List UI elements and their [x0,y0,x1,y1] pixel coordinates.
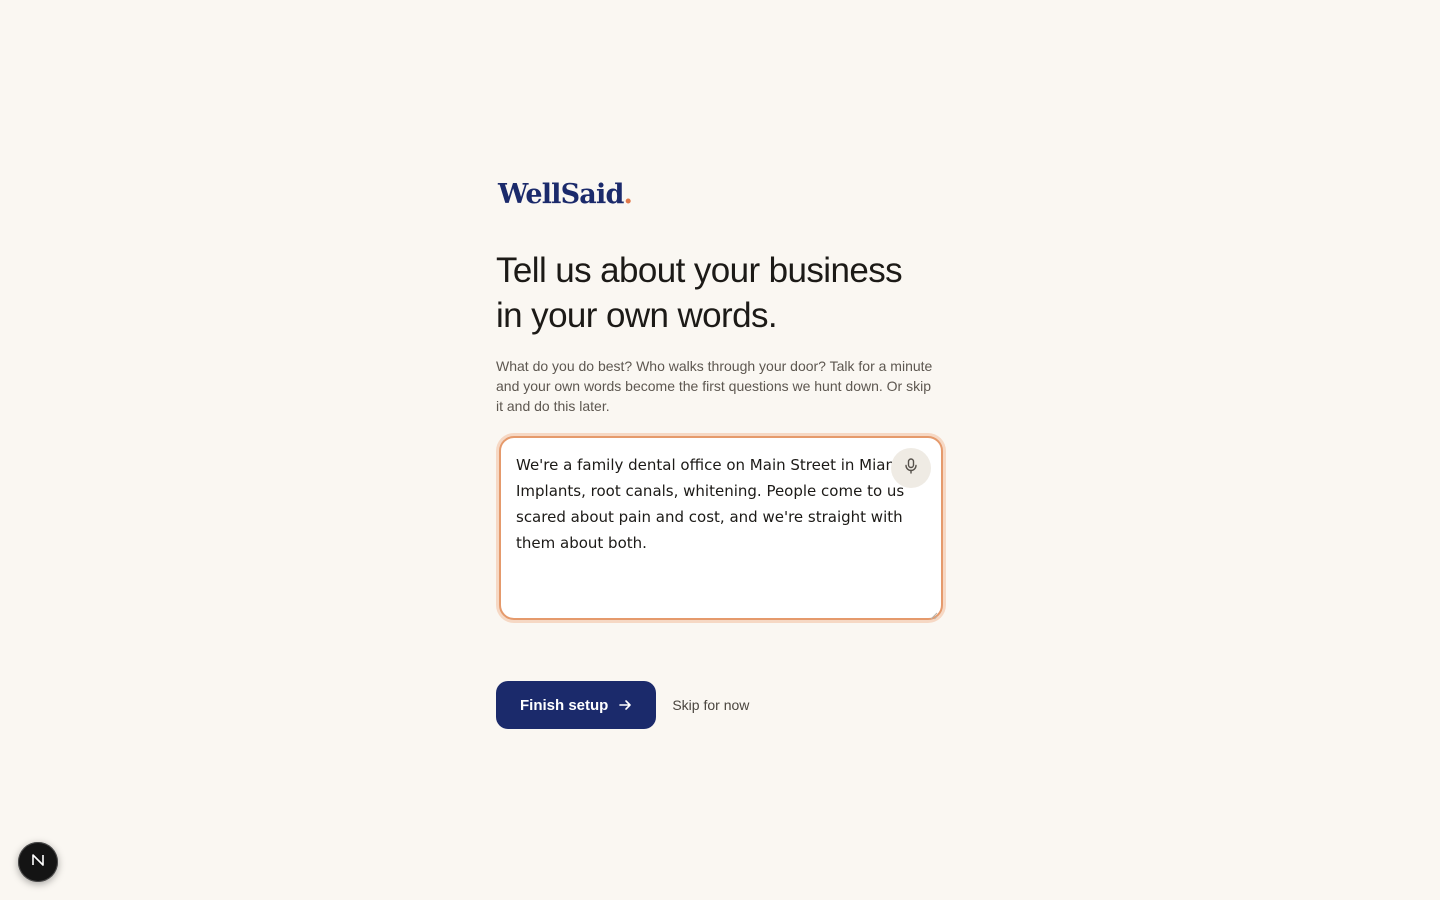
form-actions: Finish setup Skip for now [496,681,946,729]
nextjs-dev-tools-button[interactable] [18,842,58,882]
page-title: Tell us about your business in your own … [496,248,946,338]
logo-dot: . [623,179,633,210]
microphone-icon [904,457,918,479]
business-description-textarea[interactable]: We're a family dental office on Main Str… [499,436,943,620]
nextjs-logo-icon [30,852,46,873]
textarea-resize-handle-icon[interactable] [930,607,938,620]
wellsaid-logo: WellSaid. [498,178,633,212]
textarea-line: Implants, root canals, whitening. People… [516,482,905,500]
page-title-line: Tell us about your business [496,251,903,290]
arrow-right-icon [618,698,632,712]
description-line: it and do this later. [496,398,610,414]
description-line: and your own words become the first ques… [496,378,931,394]
onboarding-panel: WellSaid. Tell us about your business in… [496,178,946,729]
voice-record-button[interactable] [891,448,931,488]
description-line: What do you do best? Who walks through y… [496,358,933,374]
textarea-line: them about both. [516,534,647,552]
page-title-line: in your own words. [496,296,778,335]
onboarding-page: WellSaid. Tell us about your business in… [0,0,1440,900]
skip-for-now-link[interactable]: Skip for now [672,697,749,713]
finish-setup-button[interactable]: Finish setup [496,681,657,729]
textarea-line: scared about pain and cost, and we're st… [516,508,903,526]
business-description-focus-ring: We're a family dental office on Main Str… [496,433,946,623]
page-description: What do you do best? Who walks through y… [496,356,942,416]
business-description-text[interactable]: We're a family dental office on Main Str… [516,452,910,556]
logo-wordmark: WellSaid [498,179,624,210]
textarea-line: We're a family dental office on Main Str… [516,456,910,474]
finish-setup-label: Finish setup [520,696,609,714]
